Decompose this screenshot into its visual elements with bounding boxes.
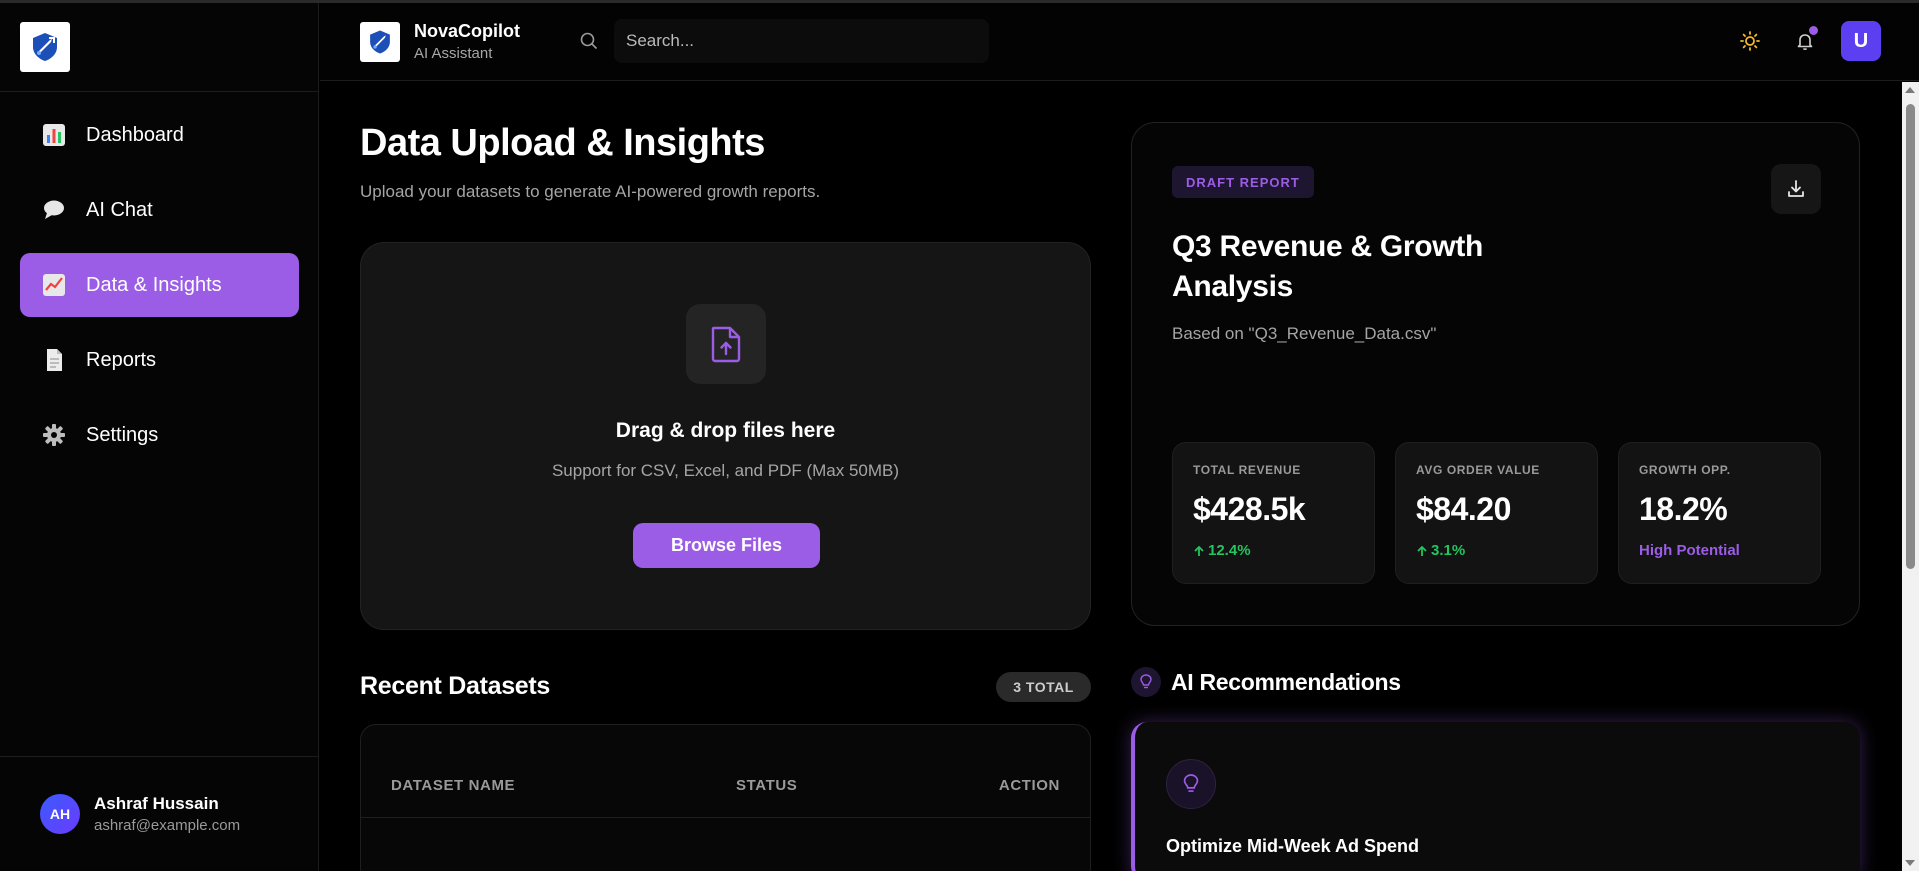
sidebar-item-data-insights[interactable]: Data & Insights — [20, 253, 299, 317]
kpi-growth-opportunity: GROWTH OPP. 18.2% High Potential — [1618, 442, 1821, 584]
datasets-table: DATASET NAME STATUS ACTION — [360, 724, 1091, 871]
kpi-delta-value: 12.4% — [1208, 542, 1251, 559]
upload-icon-box — [686, 304, 766, 384]
sidebar-user[interactable]: AH Ashraf Hussain ashraf@example.com — [0, 756, 319, 871]
download-icon — [1788, 180, 1804, 197]
sidebar-item-label: Data & Insights — [86, 273, 222, 296]
file-upload-icon — [711, 326, 741, 363]
dataset-count-badge: 3 TOTAL — [996, 672, 1091, 702]
kpi-value: 18.2% — [1639, 491, 1728, 527]
download-report-button[interactable] — [1771, 164, 1821, 214]
scrollbar-thumb[interactable] — [1906, 104, 1915, 569]
user-avatar-button[interactable]: U — [1841, 21, 1881, 61]
app-name: NovaCopilot — [414, 21, 520, 41]
lightbulb-icon — [1131, 667, 1161, 697]
table-header: DATASET NAME STATUS ACTION — [361, 725, 1090, 818]
kpi-total-revenue: TOTAL REVENUE $428.5k 12.4% — [1172, 442, 1375, 584]
kpi-value: $84.20 — [1416, 491, 1511, 527]
sidebar-item-label: Settings — [86, 423, 159, 446]
notifications-button[interactable] — [1785, 21, 1825, 61]
lightbulb-icon — [1166, 759, 1216, 809]
kpi-label: AVG ORDER VALUE — [1416, 463, 1540, 477]
notification-dot — [1809, 26, 1818, 35]
scroll-up-arrow-icon[interactable] — [1905, 87, 1915, 93]
sidebar-nav: Dashboard AI Chat Data & Insights Report… — [20, 103, 299, 478]
column-header-dataset-name[interactable]: DATASET NAME — [391, 777, 515, 794]
bar-chart-icon — [42, 123, 66, 147]
search-icon — [578, 30, 600, 52]
recommendation-card[interactable]: Optimize Mid-Week Ad Spend — [1131, 722, 1860, 871]
browse-files-button[interactable]: Browse Files — [633, 523, 820, 568]
sidebar: Dashboard AI Chat Data & Insights Report… — [0, 3, 319, 871]
kpi-note: High Potential — [1639, 542, 1740, 559]
page-scrollbar[interactable] — [1902, 82, 1919, 871]
recent-datasets-title: Recent Datasets — [360, 672, 551, 700]
rocket-shield-icon — [33, 33, 57, 61]
kpi-delta: 3.1% — [1416, 542, 1577, 559]
status-badge: DRAFT REPORT — [1172, 166, 1314, 198]
app-logo[interactable] — [20, 22, 70, 72]
kpi-avg-order-value: AVG ORDER VALUE $84.20 3.1% — [1395, 442, 1598, 584]
app-subtitle: AI Assistant — [414, 45, 493, 62]
scroll-down-arrow-icon[interactable] — [1905, 860, 1915, 866]
user-name: Ashraf Hussain — [94, 794, 219, 813]
arrow-up-icon — [1417, 545, 1427, 556]
gear-icon — [42, 423, 66, 447]
avatar: AH — [40, 794, 80, 834]
upload-dropzone[interactable]: Drag & drop files here Support for CSV, … — [360, 242, 1091, 630]
report-title: Q3 Revenue & Growth Analysis — [1172, 230, 1484, 303]
arrow-up-icon — [1194, 545, 1204, 556]
sidebar-item-ai-chat[interactable]: AI Chat — [20, 178, 299, 242]
recommendations-header: AI Recommendations — [1131, 667, 1401, 697]
column-header-action[interactable]: ACTION — [999, 777, 1060, 794]
line-chart-icon — [42, 273, 66, 297]
page-title: Data Upload & Insights — [360, 122, 765, 164]
header-actions: U — [1715, 21, 1881, 61]
report-card: DRAFT REPORT Q3 Revenue & Growth Analysi… — [1131, 122, 1860, 626]
rocket-shield-icon — [370, 29, 390, 54]
page-subtitle: Upload your datasets to generate AI-powe… — [360, 182, 821, 201]
kpi-value: $428.5k — [1193, 491, 1306, 527]
brand-logo — [360, 21, 400, 62]
sun-icon — [1740, 31, 1760, 51]
main-content: Data Upload & Insights Upload your datas… — [320, 82, 1919, 871]
kpi-label: TOTAL REVENUE — [1193, 463, 1301, 477]
kpi-delta: 12.4% — [1193, 542, 1354, 559]
recommendations-title: AI Recommendations — [1171, 668, 1401, 695]
sidebar-item-label: AI Chat — [86, 198, 153, 221]
column-header-status[interactable]: STATUS — [736, 777, 797, 794]
sidebar-item-dashboard[interactable]: Dashboard — [20, 103, 299, 167]
report-source: Based on "Q3_Revenue_Data.csv" — [1172, 324, 1437, 343]
upload-subtitle: Support for CSV, Excel, and PDF (Max 50M… — [551, 461, 900, 480]
upload-title: Drag & drop files here — [615, 419, 836, 442]
kpi-label: GROWTH OPP. — [1639, 463, 1731, 477]
sidebar-item-label: Dashboard — [86, 123, 184, 146]
document-icon — [42, 348, 66, 372]
sidebar-logo-area — [0, 3, 318, 92]
search-bar — [578, 19, 989, 63]
top-header: NovaCopilot AI Assistant Search... U — [320, 3, 1919, 81]
sidebar-item-reports[interactable]: Reports — [20, 328, 299, 392]
sidebar-item-settings[interactable]: Settings — [20, 403, 299, 467]
recommendation-title: Optimize Mid-Week Ad Spend — [1166, 836, 1420, 856]
sidebar-item-label: Reports — [86, 348, 157, 371]
search-input[interactable] — [614, 19, 989, 63]
kpi-delta-value: 3.1% — [1431, 542, 1466, 559]
speech-bubble-icon — [42, 198, 66, 222]
user-email: ashraf@example.com — [94, 817, 241, 834]
brand: NovaCopilot AI Assistant — [360, 21, 520, 62]
theme-toggle-button[interactable] — [1730, 21, 1770, 61]
